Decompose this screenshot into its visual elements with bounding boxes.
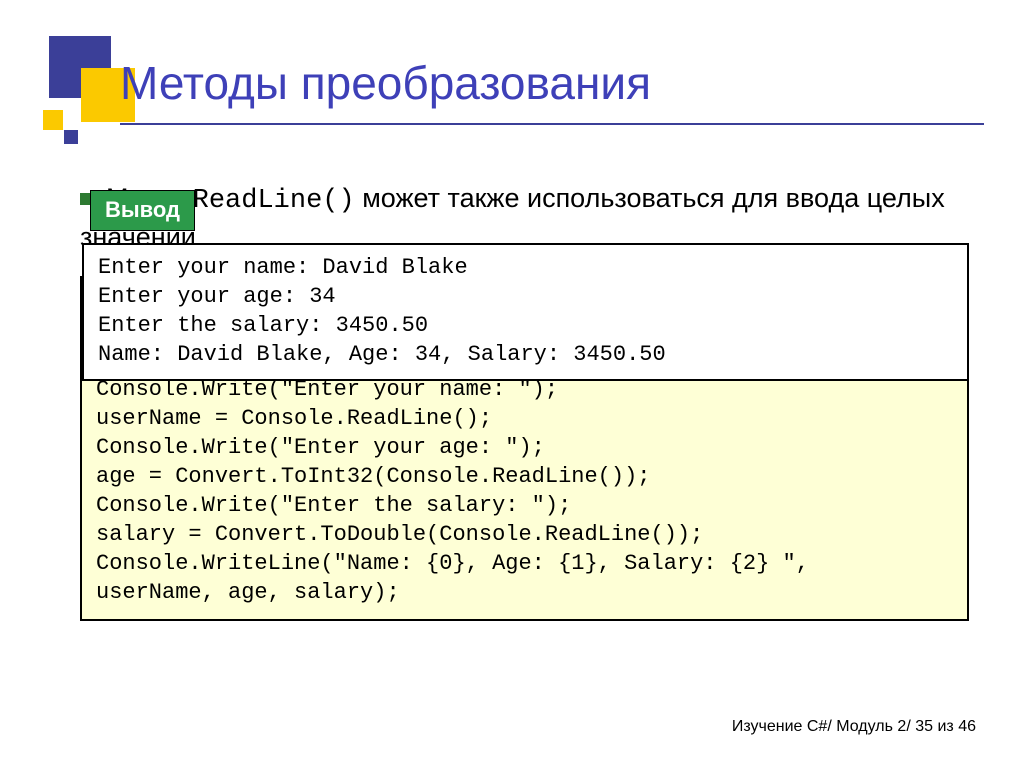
footer-of: из bbox=[937, 718, 953, 735]
output-badge: Вывод bbox=[90, 190, 195, 231]
heading-underline bbox=[120, 123, 984, 125]
decor-square-blue-small bbox=[64, 130, 78, 144]
slide-footer: Изучение C#/ Модуль 2/ 35 из 46 bbox=[732, 718, 976, 736]
footer-page-current: 35 bbox=[915, 718, 933, 735]
footer-module-num: 2 bbox=[897, 718, 906, 735]
output-badge-label: Вывод bbox=[105, 197, 180, 222]
footer-sep-1: / bbox=[827, 718, 831, 735]
footer-module-label: Модуль bbox=[836, 718, 893, 735]
bullet-code: ReadLine() bbox=[193, 186, 355, 216]
footer-sep-2: / bbox=[906, 718, 910, 735]
slide-title: Методы преобразования bbox=[120, 58, 984, 109]
footer-course: Изучение C# bbox=[732, 718, 827, 735]
output-block: Enter your name: David Blake Enter your … bbox=[82, 243, 969, 381]
heading-wrap: Методы преобразования bbox=[120, 58, 984, 125]
footer-page-total: 46 bbox=[958, 718, 976, 735]
slide-root: Методы преобразования Метод ReadLine() м… bbox=[0, 0, 1024, 768]
decor-square-yellow-small bbox=[43, 110, 63, 130]
